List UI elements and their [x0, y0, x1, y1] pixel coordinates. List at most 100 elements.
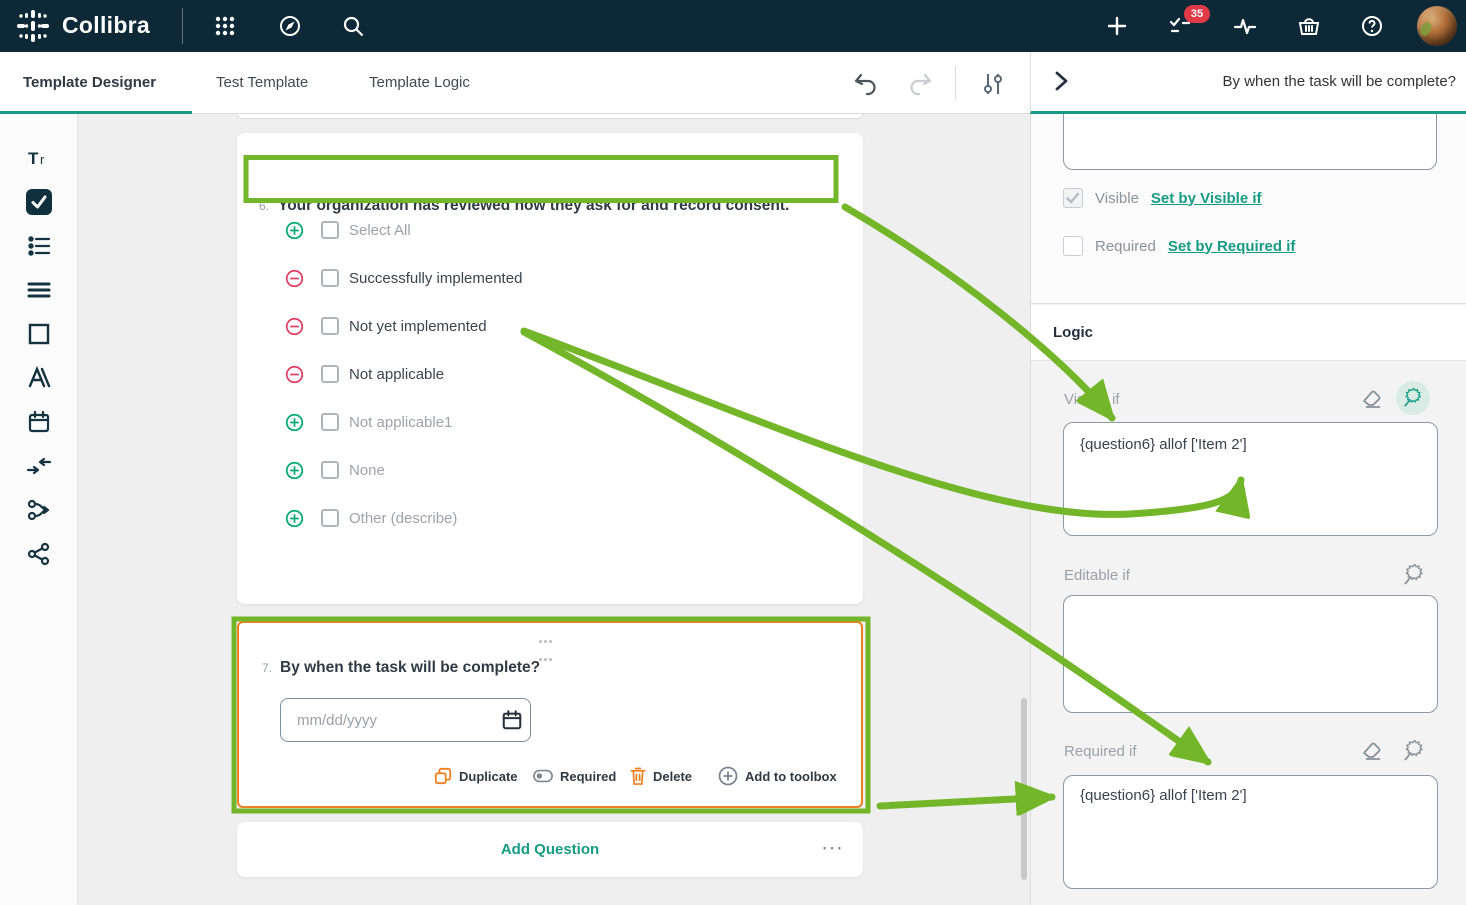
option-label[interactable]: Not yet implemented	[349, 318, 487, 335]
logic-section-header: Logic	[1031, 305, 1466, 361]
duplicate-button[interactable]: Duplicate	[434, 765, 518, 787]
question7-card[interactable]: 7. By when the task will be complete? Du…	[237, 621, 863, 808]
option-row: Not applicable	[237, 363, 863, 385]
previous-card-edge	[237, 114, 863, 119]
option-label[interactable]: Not applicable1	[349, 414, 452, 431]
share-element-icon[interactable]	[26, 541, 52, 567]
avatar[interactable]	[1417, 6, 1457, 46]
visible-label: Visible	[1095, 190, 1139, 207]
option-checkbox[interactable]	[321, 413, 339, 431]
plus-circle-icon[interactable]	[285, 509, 304, 528]
editable-if-expression-box[interactable]	[1063, 595, 1438, 713]
required-if-logic-builder-icon[interactable]	[1402, 739, 1426, 763]
apps-grid-icon[interactable]	[213, 14, 237, 38]
label-element-icon[interactable]	[26, 365, 52, 391]
redo-icon[interactable]	[908, 71, 934, 97]
minus-circle-icon[interactable]	[285, 317, 304, 336]
option-checkbox[interactable]	[321, 269, 339, 287]
top-navigation-bar: Collibra 35	[0, 0, 1466, 52]
tab-template-logic[interactable]: Template Logic	[369, 52, 470, 114]
plus-circle-icon[interactable]	[285, 461, 304, 480]
question6-card[interactable]: 6. Your organization has reviewed how th…	[237, 133, 863, 604]
question6-title[interactable]: Your organization has reviewed how they …	[278, 197, 789, 215]
text-element-icon[interactable]: Tr	[26, 145, 52, 171]
collapse-panel-chevron-icon[interactable]	[1049, 69, 1073, 93]
help-icon[interactable]	[1360, 14, 1384, 38]
question7-title[interactable]: By when the task will be complete?	[280, 659, 540, 677]
undo-icon[interactable]	[852, 71, 878, 97]
visible-if-expression: {question6} allof ['Item 2']	[1080, 436, 1247, 453]
visible-if-expression-box[interactable]: {question6} allof ['Item 2']	[1063, 422, 1438, 536]
option-label[interactable]: None	[349, 462, 385, 479]
paragraph-element-icon[interactable]	[26, 277, 52, 303]
settings-sliders-icon[interactable]	[980, 71, 1006, 97]
main-scrollbar[interactable]	[1021, 698, 1027, 880]
merge-arrows-element-icon[interactable]	[26, 453, 52, 479]
notification-badge: 35	[1184, 5, 1210, 23]
active-tab-underline	[0, 111, 192, 114]
visible-checkbox[interactable]	[1063, 188, 1083, 208]
option-row: Select All	[237, 219, 863, 241]
editable-if-logic-builder-icon[interactable]	[1402, 563, 1426, 587]
option-checkbox[interactable]	[321, 461, 339, 479]
clear-visible-if-eraser-icon[interactable]	[1361, 387, 1385, 411]
activity-icon[interactable]	[1233, 14, 1257, 38]
more-options-button[interactable]: ⋯	[821, 822, 845, 874]
set-by-visible-if-link[interactable]: Set by Visible if	[1151, 190, 1262, 207]
choice-list-element-icon[interactable]	[26, 233, 52, 259]
add-question-card: Add Question ⋯	[237, 822, 863, 877]
svg-text:T: T	[28, 149, 39, 168]
workflow-element-icon[interactable]	[26, 497, 52, 523]
create-plus-icon[interactable]	[1105, 14, 1129, 38]
collibra-logo-icon	[16, 9, 50, 43]
required-if-expression-box[interactable]: {question6} allof ['Item 2']	[1063, 775, 1438, 889]
add-question-button[interactable]: Add Question	[237, 822, 863, 877]
minus-circle-icon[interactable]	[285, 269, 304, 288]
required-checkbox[interactable]	[1063, 236, 1083, 256]
option-checkbox[interactable]	[321, 317, 339, 335]
option-row: None	[237, 459, 863, 481]
search-icon[interactable]	[341, 14, 365, 38]
box-element-icon[interactable]	[26, 321, 52, 347]
plus-circle-icon[interactable]	[285, 221, 304, 240]
duplicate-icon	[434, 767, 452, 785]
required-if-label: Required if	[1064, 743, 1137, 760]
option-label[interactable]: Other (describe)	[349, 510, 457, 527]
minus-circle-icon[interactable]	[285, 365, 304, 384]
option-row: Not applicable1	[237, 411, 863, 433]
tab-test-template[interactable]: Test Template	[216, 52, 308, 114]
toolbar-divider	[955, 66, 956, 100]
option-checkbox[interactable]	[321, 365, 339, 383]
plus-circle-icon[interactable]	[285, 413, 304, 432]
delete-icon	[630, 767, 646, 785]
date-input[interactable]	[280, 698, 531, 742]
required-row: Required Set by Required if	[1063, 235, 1295, 257]
delete-button[interactable]: Delete	[630, 765, 692, 787]
basket-icon[interactable]	[1297, 14, 1321, 38]
add-to-toolbox-button[interactable]: Add to toolbox	[718, 765, 837, 787]
option-label[interactable]: Not applicable	[349, 366, 444, 383]
required-label: Required	[1095, 238, 1156, 255]
date-element-icon[interactable]	[26, 409, 52, 435]
set-by-required-if-link[interactable]: Set by Required if	[1168, 238, 1296, 255]
question7-number: 7.	[262, 661, 272, 675]
required-toggle-icon	[533, 769, 553, 783]
drag-handle-icon[interactable]	[539, 632, 565, 668]
required-toggle-button[interactable]: Required	[533, 765, 616, 787]
visible-if-logic-builder-icon[interactable]	[1396, 381, 1430, 415]
option-label[interactable]: Select All	[349, 222, 411, 239]
option-checkbox[interactable]	[321, 509, 339, 527]
right-panel: Visible Set by Visible if Required Set b…	[1030, 114, 1466, 905]
tab-bar: Template Designer Test Template Template…	[0, 52, 1030, 114]
editable-if-label: Editable if	[1064, 567, 1130, 584]
question-text-input[interactable]	[1063, 114, 1437, 170]
tab-template-designer[interactable]: Template Designer	[23, 52, 156, 114]
clear-required-if-eraser-icon[interactable]	[1361, 739, 1385, 763]
checkbox-element-icon[interactable]	[26, 189, 52, 215]
nav-divider	[182, 8, 183, 44]
compass-icon[interactable]	[278, 14, 302, 38]
option-checkbox[interactable]	[321, 221, 339, 239]
element-toolbar: Tr	[0, 114, 78, 905]
option-label[interactable]: Successfully implemented	[349, 270, 522, 287]
option-row: Successfully implemented	[237, 267, 863, 289]
